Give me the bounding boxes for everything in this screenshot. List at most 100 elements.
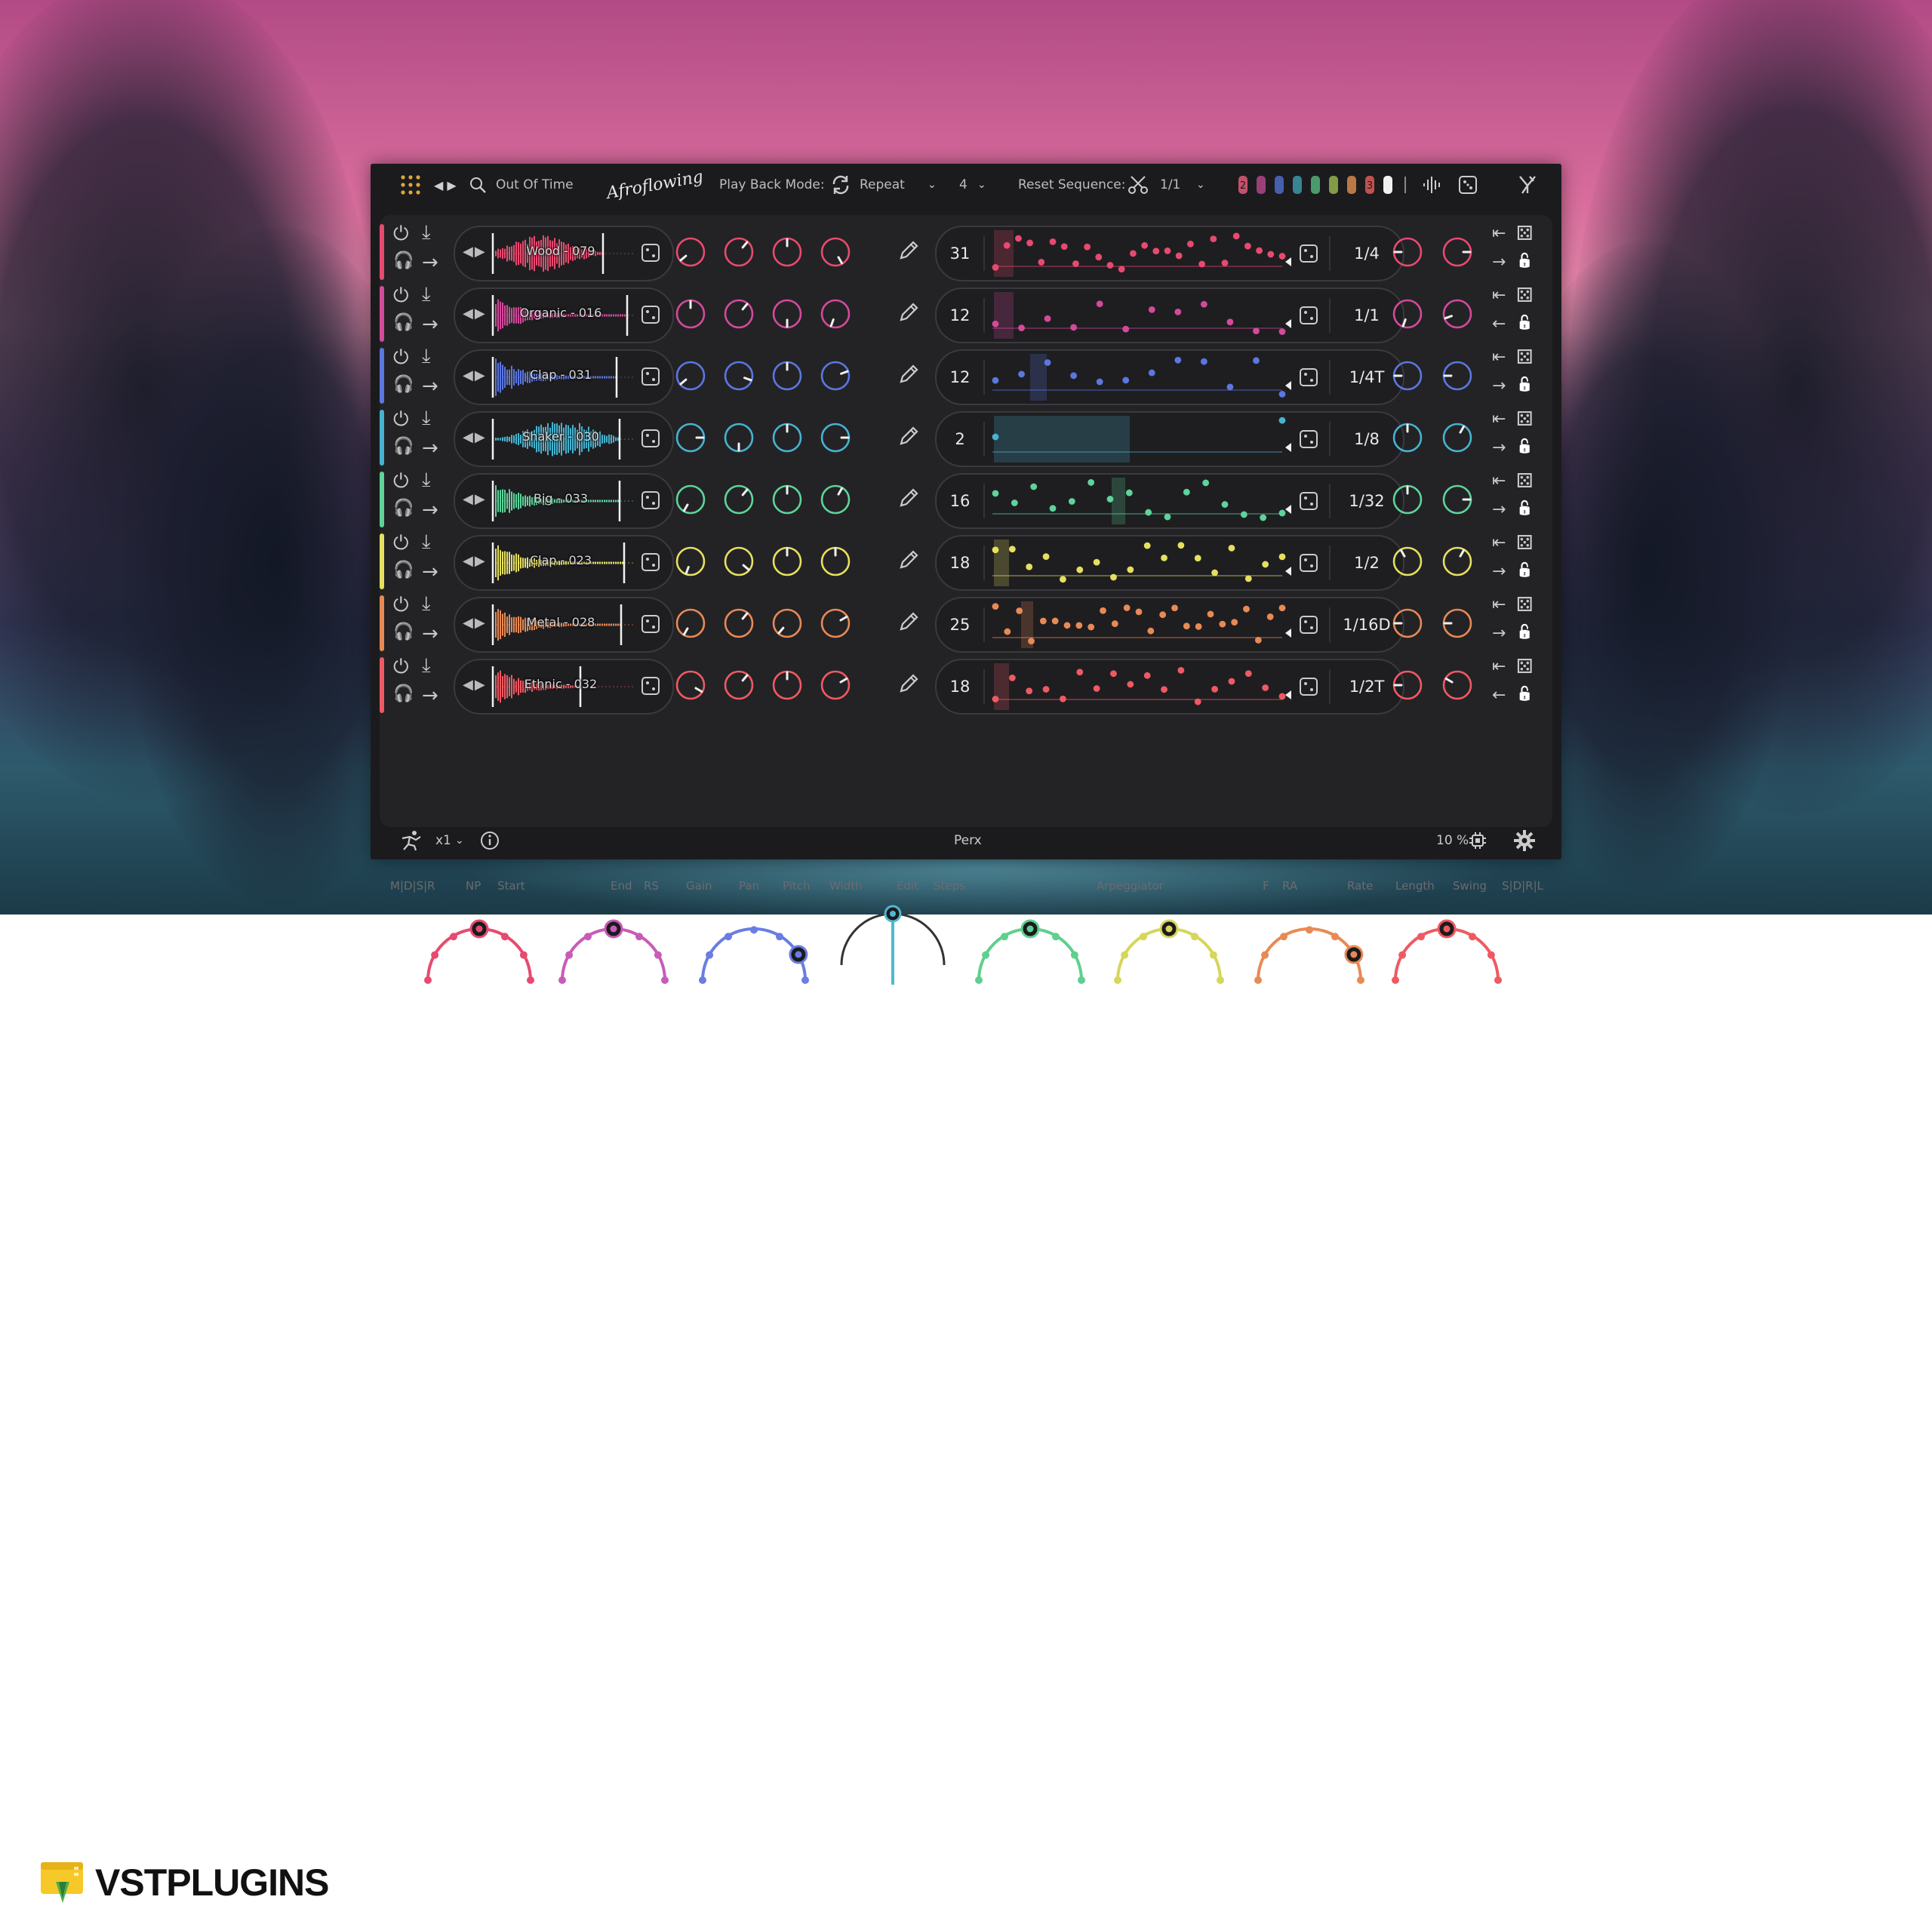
- width-knob[interactable]: [819, 483, 852, 516]
- pattern-slot[interactable]: [1347, 176, 1356, 194]
- arp-step[interactable]: [1262, 561, 1269, 568]
- arp-step[interactable]: [1231, 619, 1238, 626]
- sample-random-dice-icon[interactable]: [641, 429, 660, 448]
- shift-left-icon[interactable]: ⇤: [1492, 410, 1506, 429]
- arp-step[interactable]: [1093, 558, 1100, 566]
- arp-step[interactable]: [1194, 555, 1201, 562]
- length-knob[interactable]: [1391, 607, 1424, 640]
- arp-step[interactable]: [1123, 604, 1131, 611]
- unlock-icon[interactable]: 🔓: [1516, 500, 1533, 516]
- edit-pencil-icon[interactable]: [896, 423, 921, 449]
- arp-step[interactable]: [1202, 479, 1210, 487]
- dice-icon[interactable]: ⚄: [1516, 408, 1534, 431]
- sample-prev-next-icon[interactable]: ◀▶: [463, 306, 487, 321]
- arp-step[interactable]: [1122, 325, 1130, 333]
- sample-slot[interactable]: ◀▶ Big - 033: [454, 473, 674, 529]
- arrow-right-icon[interactable]: →: [422, 313, 438, 336]
- arp-step[interactable]: [1039, 617, 1047, 625]
- edit-pencil-icon[interactable]: [896, 485, 921, 511]
- power-icon[interactable]: ⏻: [393, 532, 409, 555]
- speed-value[interactable]: x1: [435, 822, 451, 859]
- steps-value[interactable]: 18: [937, 660, 983, 713]
- headphones-icon[interactable]: 🎧: [393, 499, 414, 518]
- edit-pencil-icon[interactable]: [896, 361, 921, 387]
- arrow-right-icon[interactable]: →: [1492, 377, 1506, 395]
- arp-step[interactable]: [1044, 315, 1051, 322]
- arp-random-dice-icon[interactable]: [1299, 306, 1318, 325]
- arrow-right-icon[interactable]: →: [1492, 624, 1506, 643]
- gain-knob[interactable]: [674, 607, 707, 640]
- power-icon[interactable]: ⏻: [393, 470, 409, 493]
- pan-knob[interactable]: [722, 235, 755, 269]
- macro-knob[interactable]: [840, 905, 946, 985]
- length-knob[interactable]: [1391, 359, 1424, 392]
- arrow-right-icon[interactable]: →: [422, 437, 438, 460]
- sample-prev-next-icon[interactable]: ◀▶: [463, 615, 487, 631]
- arp-step[interactable]: [1175, 252, 1183, 260]
- arp-step[interactable]: [1228, 544, 1235, 552]
- sample-random-dice-icon[interactable]: [641, 490, 660, 510]
- step-sequencer[interactable]: 18 1/2: [935, 535, 1404, 591]
- shift-left-icon[interactable]: ⇤: [1492, 224, 1506, 243]
- headphones-icon[interactable]: 🎧: [393, 313, 414, 332]
- sample-slot[interactable]: ◀▶ Clap - 023: [454, 535, 674, 591]
- arp-end-marker[interactable]: [1285, 629, 1291, 638]
- arrow-right-icon[interactable]: →: [422, 561, 438, 583]
- arp-step[interactable]: [1244, 575, 1252, 583]
- headphones-icon[interactable]: 🎧: [393, 561, 414, 579]
- arp-step[interactable]: [1278, 390, 1286, 398]
- arp-step[interactable]: [1145, 509, 1152, 516]
- unlock-icon[interactable]: 🔓: [1516, 315, 1533, 330]
- pan-knob[interactable]: [722, 669, 755, 702]
- swing-knob[interactable]: [1441, 235, 1474, 269]
- shift-left-icon[interactable]: ⇤: [1492, 657, 1506, 676]
- pitch-knob[interactable]: [771, 545, 804, 578]
- arp-step[interactable]: [1200, 358, 1208, 365]
- arp-step[interactable]: [992, 603, 999, 610]
- sample-random-dice-icon[interactable]: [641, 243, 660, 263]
- dice-icon[interactable]: ⚄: [1516, 470, 1534, 493]
- arp-step[interactable]: [1267, 251, 1275, 258]
- arp-step[interactable]: [1076, 669, 1084, 676]
- search-icon[interactable]: [469, 164, 487, 206]
- arp-random-dice-icon[interactable]: [1299, 677, 1318, 696]
- edit-pencil-icon[interactable]: [896, 238, 921, 263]
- arp-step[interactable]: [1070, 324, 1078, 331]
- dice-icon[interactable]: ⚄: [1516, 656, 1534, 678]
- arp-step[interactable]: [1278, 509, 1286, 517]
- arp-step[interactable]: [1127, 566, 1134, 573]
- swing-knob[interactable]: [1441, 297, 1474, 330]
- pattern-slot[interactable]: [1293, 176, 1302, 194]
- pattern-slot[interactable]: [1257, 176, 1266, 194]
- width-knob[interactable]: [819, 297, 852, 330]
- dice-icon[interactable]: ⚄: [1516, 346, 1534, 369]
- power-icon[interactable]: ⏻: [393, 284, 409, 308]
- pattern-slot[interactable]: [1311, 176, 1320, 194]
- download-icon[interactable]: ⤓: [422, 654, 431, 678]
- sample-prev-next-icon[interactable]: ◀▶: [463, 677, 487, 693]
- arp-step[interactable]: [1004, 628, 1011, 635]
- pattern-slot[interactable]: [1329, 176, 1338, 194]
- arp-step[interactable]: [1049, 238, 1057, 245]
- macro-knob[interactable]: [424, 919, 534, 984]
- arp-step[interactable]: [1106, 262, 1114, 269]
- arp-end-marker[interactable]: [1285, 505, 1291, 514]
- power-icon[interactable]: ⏻: [393, 346, 409, 370]
- width-knob[interactable]: [819, 545, 852, 578]
- arp-step[interactable]: [992, 377, 999, 384]
- arp-random-dice-icon[interactable]: [1299, 553, 1318, 573]
- arp-step[interactable]: [1072, 260, 1079, 267]
- headphones-icon[interactable]: 🎧: [393, 684, 414, 703]
- sample-slot[interactable]: ◀▶ Metal - 028: [454, 597, 674, 653]
- sample-slot[interactable]: ◀▶ Wood - 079: [454, 226, 674, 281]
- arp-step[interactable]: [1076, 566, 1084, 573]
- arp-step[interactable]: [1278, 693, 1286, 700]
- gain-knob[interactable]: [674, 359, 707, 392]
- gain-knob[interactable]: [674, 483, 707, 516]
- steps-value[interactable]: 31: [937, 227, 983, 280]
- pan-knob[interactable]: [722, 483, 755, 516]
- arp-step[interactable]: [992, 433, 999, 441]
- arp-random-dice-icon[interactable]: [1299, 429, 1318, 449]
- chevron-down-icon[interactable]: ⌄: [977, 164, 986, 206]
- sample-random-dice-icon[interactable]: [641, 552, 660, 572]
